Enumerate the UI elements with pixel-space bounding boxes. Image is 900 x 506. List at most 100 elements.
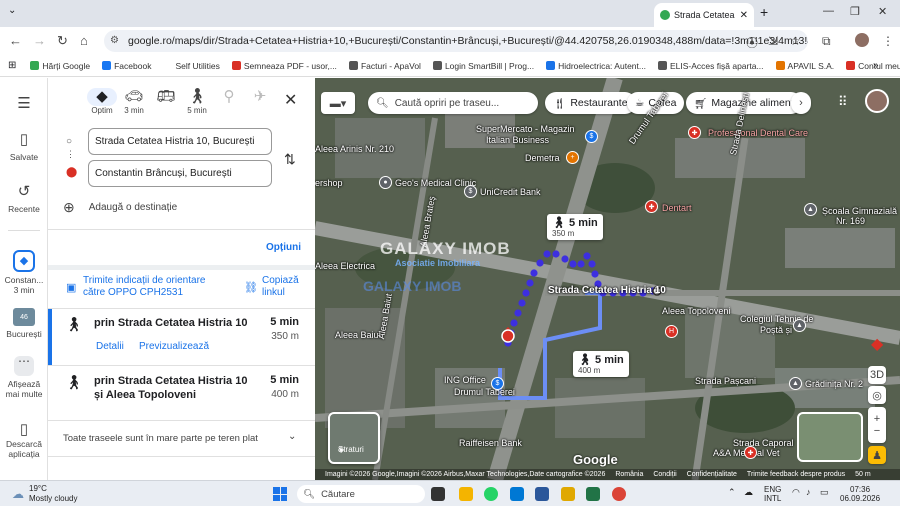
chip-restaurants[interactable]: 🍴︎ Restaurante <box>545 92 636 114</box>
recent-button[interactable]: ↺ Recente <box>0 182 48 214</box>
map-canvas[interactable]: ▬▾ 🔍︎ Caută opriri pe traseu... 🍴︎ Restau… <box>315 78 900 480</box>
bookmark-item[interactable]: Hidroelectrica: Autent... <box>546 61 646 71</box>
account-avatar[interactable] <box>865 89 889 113</box>
dental-poi-icon[interactable]: ✚ <box>645 200 658 213</box>
task-view-icon[interactable] <box>431 487 445 501</box>
vet-poi-icon[interactable]: ✚ <box>744 446 757 459</box>
route-callout-1[interactable]: 🚶︎ 5 min 350 m <box>547 214 603 240</box>
zoom-out-icon[interactable]: − <box>874 425 880 437</box>
chrome-icon[interactable] <box>612 487 626 501</box>
rail-city[interactable]: 46 București <box>0 308 48 339</box>
saved-button[interactable]: ▯ Salvate <box>0 130 48 162</box>
install-icon[interactable]: ⇲ <box>768 34 778 48</box>
home-icon[interactable]: ⌂ <box>80 33 88 48</box>
forward-icon[interactable]: → <box>33 33 46 48</box>
send-to-phone-link[interactable]: Trimite indicații de orientare către OPP… <box>83 275 218 299</box>
mode-best[interactable]: ◆ Optim <box>84 88 120 115</box>
wifi-icon[interactable]: ◠ <box>792 488 800 497</box>
chips-next-button[interactable]: › <box>791 92 811 114</box>
school-poi-icon[interactable]: ▲ <box>793 319 806 332</box>
zoom-in-icon[interactable]: + <box>874 413 880 425</box>
origin-input[interactable]: Strada Cetatea Histria 10, București <box>88 128 272 155</box>
volume-icon[interactable]: ♪ <box>806 488 811 497</box>
google-apps-icon[interactable]: ⠿ <box>838 94 848 110</box>
chevron-down-icon[interactable]: ⌄ <box>288 431 296 442</box>
compass-icon[interactable]: ◆ <box>871 334 883 354</box>
weather-widget[interactable]: ☁ 19°C Mostly cloudy <box>12 484 77 504</box>
bookmark-item[interactable]: APAVIL S.A. <box>775 61 834 71</box>
bookmark-item[interactable]: Hărți Google <box>30 61 90 71</box>
close-window-icon[interactable]: ✕ <box>878 5 887 18</box>
file-explorer-icon[interactable] <box>459 487 473 501</box>
bookmark-item[interactable]: Facebook <box>102 61 151 71</box>
reload-icon[interactable]: ↻ <box>57 33 68 49</box>
copy-link-button[interactable]: Copiază linkul <box>262 275 317 299</box>
route-option-2[interactable]: 🚶︎ prin Strada Cetatea Histria 10 și Ale… <box>48 366 315 420</box>
route-option-1[interactable]: 🚶︎ prin Strada Cetatea Histria 10 5 min … <box>48 309 315 365</box>
bookmark-item[interactable]: Semneaza PDF - usor,... <box>231 61 337 71</box>
feedback-link[interactable]: Trimite feedback despre produs <box>747 471 845 478</box>
school-poi-icon[interactable]: ▲ <box>789 377 802 390</box>
clock[interactable]: 07:36 06.09.2026 <box>840 485 880 503</box>
rail-current-route[interactable]: ◆ Constan... 3 min <box>0 250 48 295</box>
hospital-poi-icon[interactable]: H <box>665 325 678 338</box>
bookmark-item[interactable]: Login SmartBill | Prog... <box>432 61 534 71</box>
options-button[interactable]: Opțiuni <box>266 242 301 253</box>
route-callout-2[interactable]: 🚶︎ 5 min 400 m <box>573 351 629 377</box>
language-indicator[interactable]: ENG INTL <box>764 485 781 503</box>
taskbar-search[interactable]: 🔍︎ Căutare <box>297 485 425 503</box>
route-details-link[interactable]: Detalii <box>96 341 124 352</box>
region-link[interactable]: România <box>615 471 643 478</box>
location-icon[interactable]: ⦿ <box>746 34 758 51</box>
close-directions-icon[interactable]: ✕ <box>284 90 297 110</box>
tray-chevron-icon[interactable]: ⌃ <box>728 488 736 497</box>
onedrive-icon[interactable]: ☁ <box>744 488 753 497</box>
mode-walk[interactable]: 🚶︎ 5 min <box>179 88 215 115</box>
browser-tab-active[interactable]: Strada Cetatea Hi ✕ <box>654 3 754 27</box>
3d-button[interactable]: 3D <box>868 366 886 384</box>
school-poi-icon[interactable]: ▲ <box>804 203 817 216</box>
bookmark-item[interactable]: Facturi - ApaVol <box>348 61 421 71</box>
street-view-thumbnail[interactable] <box>797 412 863 462</box>
terms-link[interactable]: Condiții <box>653 471 676 478</box>
apps-grid-icon[interactable]: ⊞ <box>8 60 16 71</box>
pegman-button[interactable]: ♟ <box>868 446 886 464</box>
route-preview-link[interactable]: Previzualizează <box>139 341 209 352</box>
privacy-link[interactable]: Confidențialitate <box>687 471 737 478</box>
medical-poi-icon[interactable]: ✚ <box>688 126 701 139</box>
browser-menu-icon[interactable]: ⋮ <box>882 34 894 48</box>
rail-download[interactable]: ▯ Descarcă aplicația <box>0 422 48 459</box>
word-icon[interactable] <box>535 487 549 501</box>
tab-search-icon[interactable]: ⌄ <box>8 5 16 16</box>
bank-poi-icon[interactable]: $ <box>464 185 477 198</box>
profile-avatar[interactable] <box>855 33 869 47</box>
maximize-icon[interactable]: ❐ <box>850 5 860 18</box>
url-bar[interactable]: google.ro/maps/dir/Strada+Cetatea+Histri… <box>104 30 808 52</box>
back-icon[interactable]: ← <box>9 33 22 48</box>
excel-icon[interactable] <box>586 487 600 501</box>
swap-icon[interactable]: ⇅ <box>284 151 296 168</box>
extensions-icon[interactable]: ⧉ <box>822 34 831 49</box>
menu-button[interactable]: ☰ <box>0 94 48 116</box>
bank-poi-icon[interactable]: $ <box>585 130 598 143</box>
rail-more[interactable]: ⋯ Afișează mai multe <box>0 355 48 399</box>
more-bookmarks-icon[interactable]: » <box>873 60 879 71</box>
site-info-icon[interactable]: ⚙ <box>110 35 119 46</box>
bookmark-star-icon[interactable]: ☆ <box>790 34 801 48</box>
destination-input[interactable]: Constantin Brâncuși, București <box>88 160 272 187</box>
bank-poi-icon[interactable]: $ <box>491 377 504 390</box>
my-location-button[interactable]: ◎ <box>868 386 886 404</box>
bookmark-item[interactable]: Self Utilities <box>163 61 220 71</box>
minimize-icon[interactable]: — <box>823 5 834 17</box>
whatsapp-icon[interactable] <box>484 487 498 501</box>
close-tab-icon[interactable]: ✕ <box>740 10 748 21</box>
battery-icon[interactable]: ▭ <box>820 488 829 497</box>
edge-icon[interactable] <box>510 487 524 501</box>
layers-button[interactable]: ◈ Straturi <box>328 412 380 464</box>
map-type-button[interactable]: ▬▾ <box>321 92 355 114</box>
clinic-poi-icon[interactable]: ● <box>379 176 392 189</box>
windows-start-icon[interactable] <box>273 487 287 501</box>
new-tab-icon[interactable]: + <box>760 4 768 20</box>
pharmacy-poi-icon[interactable]: + <box>566 151 579 164</box>
mode-flight[interactable]: ✈ <box>242 88 278 106</box>
